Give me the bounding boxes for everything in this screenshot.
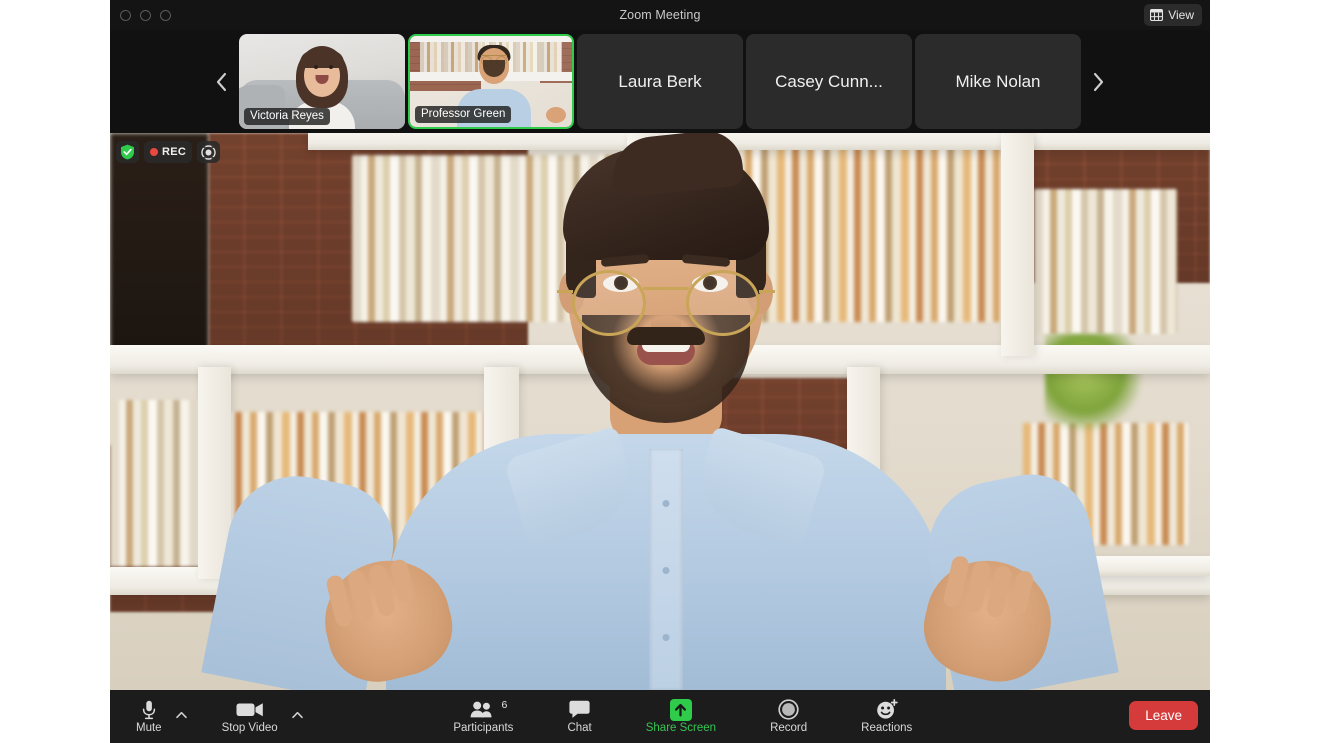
maximize-window-button[interactable] <box>160 10 171 21</box>
reactions-smiley-icon <box>876 699 898 720</box>
screenshot-stage: Zoom Meeting View <box>0 0 1320 743</box>
mute-button[interactable]: Mute <box>132 700 166 734</box>
participants-button-label: Participants <box>453 722 513 734</box>
zoom-meeting-window: Zoom Meeting View <box>110 0 1210 743</box>
view-button-label: View <box>1168 8 1194 22</box>
grid-view-icon <box>1150 9 1163 21</box>
chevron-up-icon <box>292 711 303 719</box>
recording-indicator-badge[interactable] <box>197 141 220 163</box>
minimize-window-button[interactable] <box>140 10 151 21</box>
thumbnail-name-label: Casey Cunn... <box>775 72 883 92</box>
recording-label: REC <box>162 146 186 158</box>
window-title: Zoom Meeting <box>110 8 1210 22</box>
stop-video-button[interactable]: Stop Video <box>218 700 282 734</box>
thumbnail-name-label: Laura Berk <box>618 72 701 92</box>
thumbnail-name-label: Professor Green <box>415 106 511 123</box>
microphone-icon <box>142 700 156 720</box>
recording-status-badge[interactable]: REC <box>144 141 192 163</box>
speaker-glasses <box>572 270 760 336</box>
video-options-caret[interactable] <box>292 698 306 736</box>
encryption-status-badge[interactable] <box>116 141 139 163</box>
thumbnail-name-label: Mike Nolan <box>955 72 1040 92</box>
chevron-left-icon <box>215 71 229 93</box>
share-screen-icon <box>670 699 692 721</box>
participants-count-badge: 6 <box>502 699 508 711</box>
record-dot-icon <box>150 148 158 156</box>
participant-filmstrip: Victoria Reyes Professor Green <box>110 30 1210 133</box>
audio-options-caret[interactable] <box>176 698 190 736</box>
participants-button[interactable]: 6 Participants <box>449 700 517 734</box>
record-circle-icon <box>201 145 216 160</box>
chat-button[interactable]: Chat <box>563 700 595 734</box>
record-button[interactable]: Record <box>766 700 811 734</box>
thumbnail-name-label: Victoria Reyes <box>244 108 330 125</box>
reactions-button[interactable]: Reactions <box>857 700 916 734</box>
reactions-button-label: Reactions <box>861 722 912 734</box>
chevron-right-icon <box>1091 71 1105 93</box>
thumbnail-professor-green[interactable]: Professor Green <box>408 34 574 129</box>
thumbnail-mike-nolan[interactable]: Mike Nolan <box>915 34 1081 129</box>
stop-video-button-label: Stop Video <box>222 722 278 734</box>
speaker-figure <box>110 133 1210 690</box>
speaker-head <box>568 169 764 404</box>
up-arrow-icon <box>674 703 687 717</box>
mute-button-label: Mute <box>136 722 162 734</box>
record-button-label: Record <box>770 722 807 734</box>
thumbnail-laura-berk[interactable]: Laura Berk <box>577 34 743 129</box>
chevron-up-icon <box>176 711 187 719</box>
main-speaker-video[interactable]: REC <box>110 133 1210 690</box>
close-window-button[interactable] <box>120 10 131 21</box>
thumbnail-casey-cunningham[interactable]: Casey Cunn... <box>746 34 912 129</box>
record-circle-icon <box>778 699 799 720</box>
traffic-light-controls <box>120 10 171 21</box>
filmstrip-next-button[interactable] <box>1080 30 1116 133</box>
participants-icon <box>470 701 496 718</box>
window-titlebar: Zoom Meeting View <box>110 0 1210 30</box>
chat-button-label: Chat <box>567 722 591 734</box>
speaker-shirt <box>386 434 946 690</box>
share-screen-button[interactable]: Share Screen <box>642 700 720 734</box>
leave-meeting-button[interactable]: Leave <box>1129 701 1198 730</box>
share-screen-button-label: Share Screen <box>646 722 716 734</box>
filmstrip-prev-button[interactable] <box>204 30 240 133</box>
shield-check-icon <box>120 144 135 160</box>
thumbnail-victoria-reyes[interactable]: Victoria Reyes <box>239 34 405 129</box>
chat-bubble-icon <box>569 700 590 719</box>
video-camera-icon <box>236 701 264 718</box>
view-button[interactable]: View <box>1144 4 1202 26</box>
meeting-status-badges: REC <box>116 141 220 163</box>
meeting-toolbar: Mute <box>110 690 1210 743</box>
